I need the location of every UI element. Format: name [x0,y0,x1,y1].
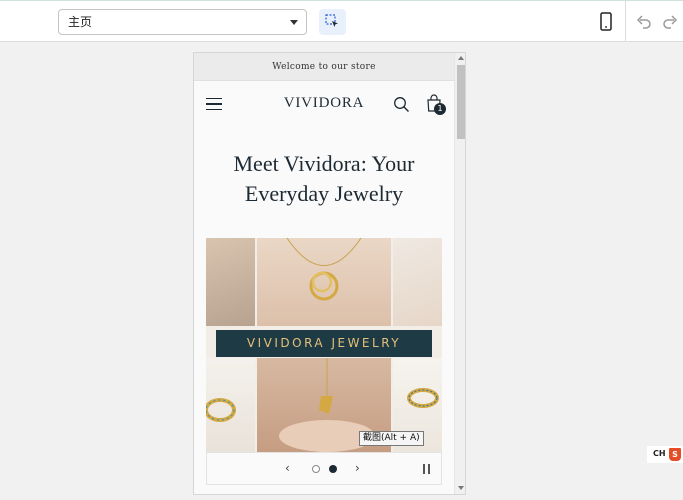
toolbar-divider [625,1,626,42]
hero-heading: Meet Vividora: Your Everyday Jewelry [233,151,415,206]
hero-slide-image: VIVIDORA JEWELRY [206,238,442,452]
menu-icon[interactable] [206,98,222,110]
slide-prev-button[interactable]: ‹ [285,461,290,475]
store-logo[interactable]: VIVIDORA [254,95,394,112]
scroll-down-arrow-icon[interactable] [458,486,464,490]
mobile-preview-frame: Welcome to our store VIVIDORA 1 Meet Viv… [193,52,466,495]
scroll-thumb[interactable] [457,65,465,139]
slide-dot-1[interactable] [312,465,320,473]
page-select-value: 主页 [68,15,93,29]
search-icon[interactable] [393,96,410,113]
necklace-pendant-graphic [286,238,362,301]
slide-photo-ring-detail [206,358,255,452]
slide-photo-rings [393,238,442,326]
ime-language-label: CH [653,449,666,458]
screenshot-tooltip: 截图(Alt + A) [359,431,424,446]
scroll-up-arrow-icon[interactable] [458,56,464,60]
slide-banner-text: VIVIDORA JEWELRY [216,330,432,357]
slideshow-controls: ‹ › [206,452,442,485]
undo-icon [636,15,651,29]
slide-dot-2-active[interactable] [329,465,337,473]
inspect-select-icon [325,14,338,27]
inspect-select-button[interactable] [319,9,346,35]
slide-next-button[interactable]: › [355,461,360,475]
ring-graphic [206,398,236,422]
undo-button[interactable] [634,12,654,32]
slide-photo-hands [206,238,255,326]
mobile-device-icon [600,12,612,31]
editor-toolbar: 主页 [0,0,683,42]
slideshow-pause-button[interactable] [423,464,431,474]
redo-icon [663,15,678,29]
announcement-bar: Welcome to our store [194,53,454,81]
redo-button[interactable] [660,12,680,32]
preview-scrollbar[interactable] [454,53,465,494]
ime-indicator[interactable]: CH S [647,446,683,463]
mobile-preview-button[interactable] [596,11,616,33]
page-select[interactable]: 主页 [58,9,307,35]
cart-count-badge: 1 [434,103,446,115]
pause-icon [423,464,425,474]
ime-s-icon: S [669,448,681,461]
chevron-down-icon [290,20,298,25]
slide-photo-necklace [257,238,391,326]
